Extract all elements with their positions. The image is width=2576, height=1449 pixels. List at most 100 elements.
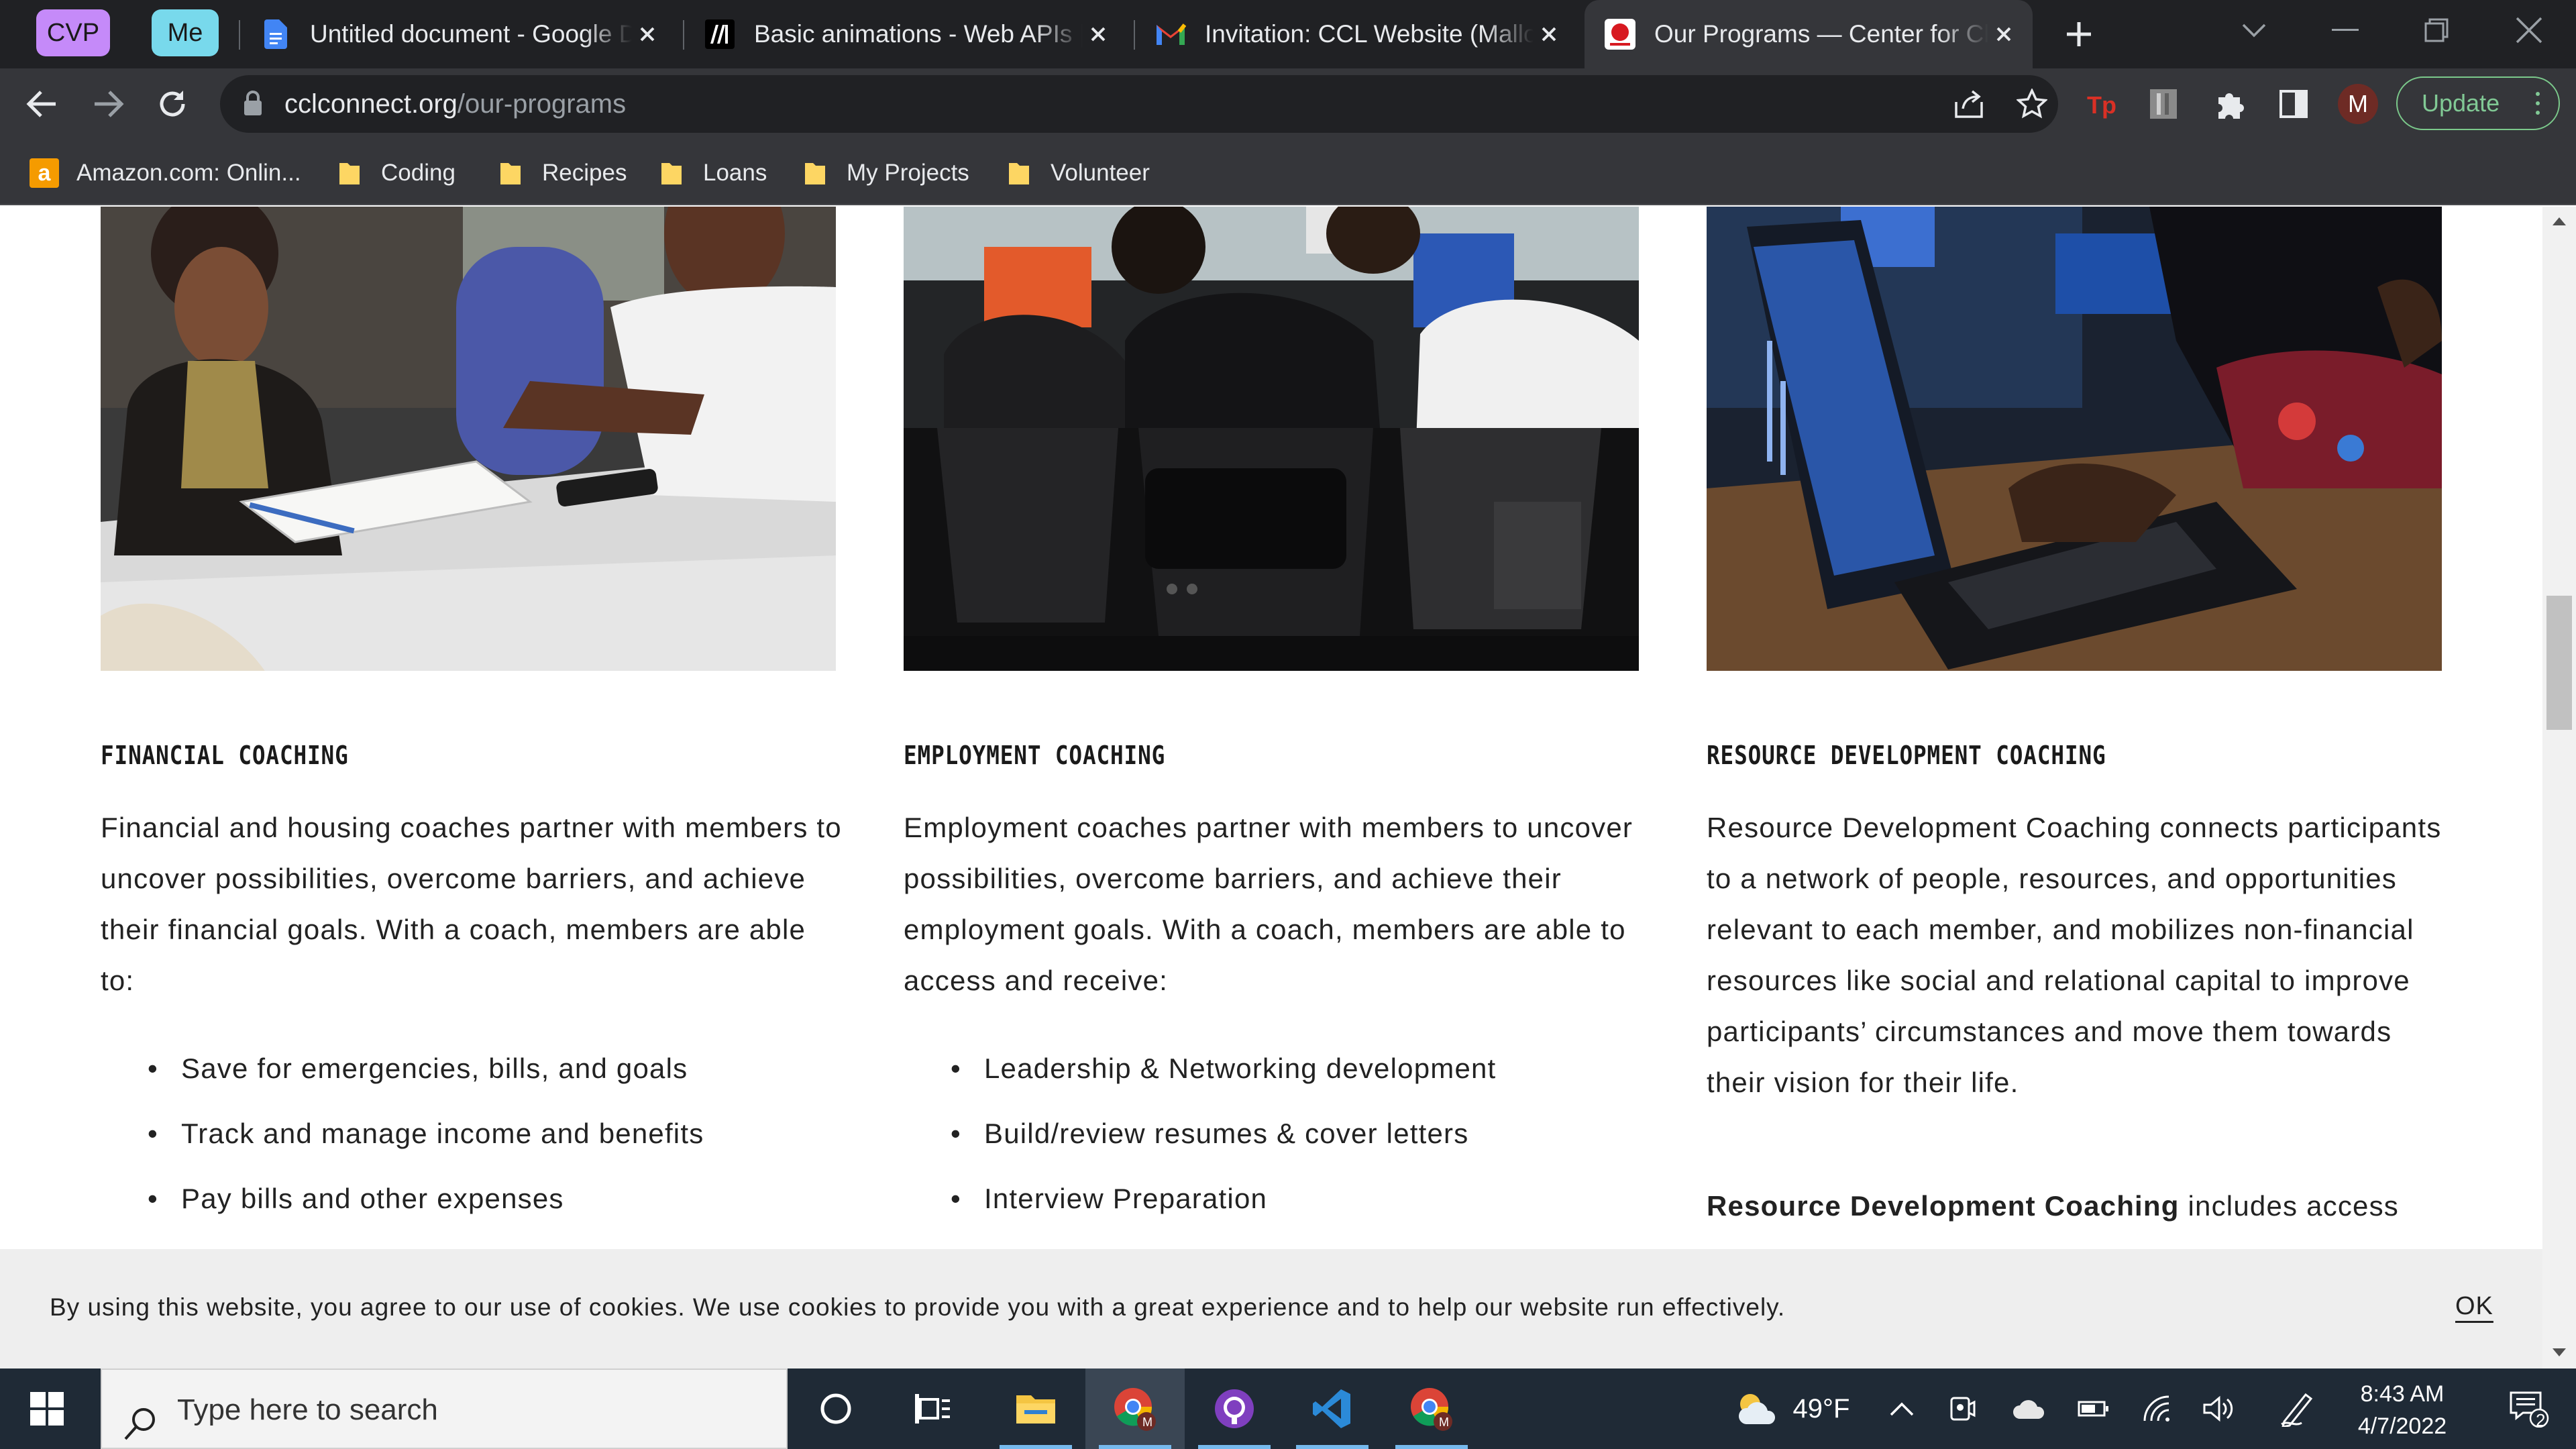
chevron-up-icon xyxy=(1890,1402,1914,1416)
pen-workspace-button[interactable] xyxy=(2270,1368,2324,1449)
meet-now-button[interactable] xyxy=(1939,1368,1986,1449)
extension-tp-button[interactable]: Tp xyxy=(2076,78,2128,130)
arrow-right-icon xyxy=(95,91,124,117)
tab-google-docs[interactable]: Untitled document - Google Docs xyxy=(240,0,676,68)
star-icon[interactable] xyxy=(2015,87,2049,123)
bookmark-folder-my-projects[interactable]: My Projects xyxy=(804,154,969,192)
coaching-session-photo xyxy=(101,207,836,671)
close-icon[interactable] xyxy=(1083,19,1114,50)
folder-icon xyxy=(660,160,683,186)
cookie-ok-button[interactable]: OK xyxy=(2455,1292,2493,1321)
laptop-typing-photo xyxy=(1707,207,2442,671)
bookmarks-bar: a Amazon.com: Onlin... Coding Recipes Lo… xyxy=(0,140,2576,205)
bookmark-label: Coding xyxy=(381,160,455,186)
tab-gmail[interactable]: Invitation: CCL Website (Mallory) xyxy=(1135,0,1578,68)
volume-button[interactable] xyxy=(2195,1368,2242,1449)
minimize-button[interactable] xyxy=(2298,0,2392,60)
side-panel-button[interactable] xyxy=(2267,78,2320,130)
program-includes-rest: includes access xyxy=(2179,1190,2399,1222)
clock-time: 8:43 AM xyxy=(2360,1381,2445,1407)
lock-icon[interactable] xyxy=(243,90,263,120)
list-item: Save for emergencies, bills, and goals xyxy=(101,1036,845,1101)
clock-date: 4/7/2022 xyxy=(2357,1413,2447,1439)
bookmark-label: Loans xyxy=(703,160,767,186)
amazon-icon: a xyxy=(30,158,59,188)
page-content: FINANCIAL COACHING Financial and housing… xyxy=(0,207,2542,1368)
action-center-button[interactable]: 2 xyxy=(2482,1368,2576,1449)
update-button[interactable]: Update xyxy=(2396,76,2560,130)
chrome-taskbar-button-2[interactable]: M xyxy=(1382,1368,1481,1449)
extension-book-button[interactable] xyxy=(2137,78,2190,130)
pen-icon xyxy=(2281,1393,2313,1427)
address-bar[interactable]: cclconnect.org/our-programs xyxy=(220,75,2058,133)
forward-button[interactable] xyxy=(82,78,134,130)
scroll-thumb[interactable] xyxy=(2546,596,2572,730)
battery-button[interactable] xyxy=(2070,1368,2117,1449)
bookmark-folder-recipes[interactable]: Recipes xyxy=(499,154,627,192)
bookmark-folder-coding[interactable]: Coding xyxy=(338,154,455,192)
browser-toolbar: cclconnect.org/our-programs Tp M Update xyxy=(0,68,2576,140)
onedrive-button[interactable] xyxy=(2006,1368,2053,1449)
reload-button[interactable] xyxy=(146,78,199,130)
tab-our-programs[interactable]: Our Programs — Center for Changing Lives xyxy=(1585,0,2033,68)
close-icon xyxy=(2516,17,2542,44)
update-label: Update xyxy=(2422,89,2500,117)
program-description: Employment coaches partner with members … xyxy=(904,812,1633,996)
cookie-banner: By using this website, you agree to our … xyxy=(0,1249,2542,1368)
close-icon[interactable] xyxy=(632,19,663,50)
book-extension-icon xyxy=(2150,89,2177,119)
restore-button[interactable] xyxy=(2390,0,2483,60)
file-explorer-button[interactable] xyxy=(986,1368,1085,1449)
restore-icon xyxy=(2424,18,2449,42)
bookmark-folder-loans[interactable]: Loans xyxy=(660,154,767,192)
avatar: M xyxy=(2338,84,2378,124)
taskbar-search[interactable]: Type here to search xyxy=(101,1368,788,1449)
url-path: /our-programs xyxy=(457,89,627,119)
scroll-up-arrow-icon[interactable] xyxy=(2551,216,2567,230)
extensions-button[interactable] xyxy=(2204,78,2257,130)
close-icon[interactable] xyxy=(1534,19,1564,50)
bookmark-amazon[interactable]: a Amazon.com: Onlin... xyxy=(30,154,301,192)
search-placeholder: Type here to search xyxy=(177,1393,438,1426)
new-tab-button[interactable] xyxy=(2053,8,2105,60)
partly-cloudy-icon xyxy=(1738,1394,1775,1424)
tab-strip: CVP Me Untitled document - Google Docs B… xyxy=(0,0,2576,68)
program-description: Financial and housing coaches partner wi… xyxy=(101,812,842,996)
cortana-button[interactable] xyxy=(786,1368,885,1449)
svg-text:M: M xyxy=(1142,1415,1152,1429)
url-text[interactable]: cclconnect.org/our-programs xyxy=(284,75,626,133)
tab-group-cvp[interactable]: CVP xyxy=(36,9,110,56)
page-scrollbar[interactable] xyxy=(2542,207,2576,1368)
close-icon[interactable] xyxy=(1988,19,2019,50)
github-desktop-button[interactable] xyxy=(1185,1368,1284,1449)
onedrive-cloud-icon xyxy=(2013,1400,2045,1419)
back-button[interactable] xyxy=(16,78,68,130)
show-hidden-icons-button[interactable] xyxy=(1878,1368,1925,1449)
program-includes-line: Resource Development Coaching includes a… xyxy=(1707,1190,2399,1222)
chrome-taskbar-button[interactable]: M xyxy=(1085,1368,1185,1449)
start-button[interactable] xyxy=(0,1368,94,1449)
share-icon[interactable] xyxy=(1953,89,1984,123)
tab-group-me[interactable]: Me xyxy=(152,9,219,56)
folder-icon xyxy=(1008,160,1030,186)
tab-search-button[interactable] xyxy=(2207,0,2301,60)
weather-widget[interactable]: 49°F xyxy=(1724,1368,1858,1449)
folder-icon xyxy=(338,160,361,186)
vscode-icon xyxy=(1313,1389,1350,1428)
task-view-button[interactable] xyxy=(883,1368,982,1449)
network-button[interactable] xyxy=(2133,1368,2180,1449)
tab-mdn[interactable]: Basic animations - Web APIs | MDN xyxy=(684,0,1127,68)
system-clock[interactable]: 8:43 AM 4/7/2022 xyxy=(2339,1378,2466,1442)
speaker-icon xyxy=(2203,1395,2233,1422)
list-item: Build/review resumes & cover letters xyxy=(904,1101,1648,1166)
program-includes-bold: Resource Development Coaching xyxy=(1707,1190,2180,1222)
profile-button[interactable]: M xyxy=(2332,78,2384,130)
scroll-down-arrow-icon[interactable] xyxy=(2551,1347,2567,1361)
bookmark-folder-volunteer[interactable]: Volunteer xyxy=(1008,154,1150,192)
program-description: Resource Development Coaching connects p… xyxy=(1707,812,2442,1098)
notification-count: 2 xyxy=(2536,1410,2546,1430)
url-host: cclconnect.org xyxy=(284,89,458,119)
list-item: Leadership & Networking development xyxy=(904,1036,1648,1101)
close-window-button[interactable] xyxy=(2482,0,2576,60)
vscode-button[interactable] xyxy=(1283,1368,1382,1449)
